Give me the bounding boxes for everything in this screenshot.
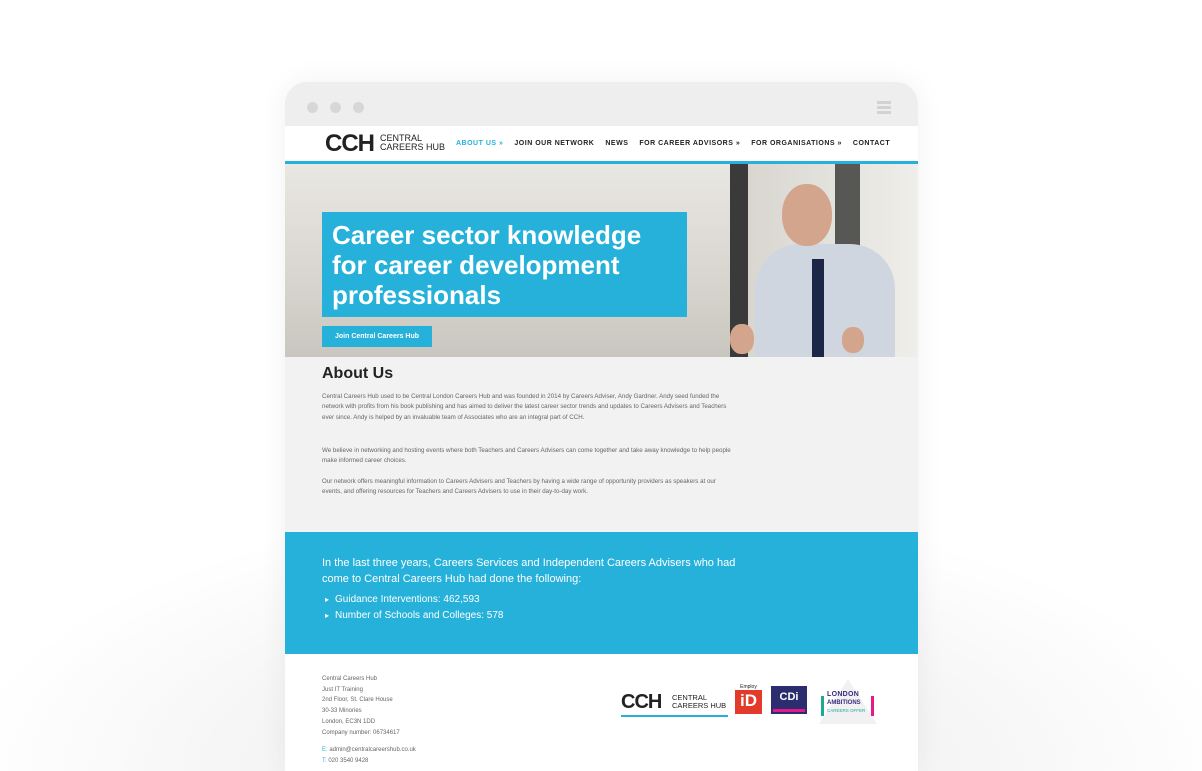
london-ambitions-logo[interactable]: LONDON AMBITIONS CAREERS OFFER [819, 679, 877, 724]
window-dot-close[interactable] [307, 102, 318, 113]
london-text-2: AMBITIONS [827, 700, 861, 706]
nav-menu: ABOUT US » JOIN OUR NETWORK NEWS FOR CAR… [456, 140, 890, 147]
cdi-logo[interactable]: CDi [771, 686, 807, 714]
hero-person-hand-left [730, 324, 754, 354]
stats-intro: In the last three years, Careers Service… [322, 557, 736, 585]
hero-title: Career sector knowledge for career devel… [332, 220, 642, 310]
browser-chrome [285, 82, 918, 126]
address-line: Central Careers Hub [322, 676, 378, 682]
phone-label: T: [322, 757, 327, 764]
cdi-tag [773, 709, 805, 712]
footer-cch-mark: CCH [621, 691, 662, 713]
london-text-3: CAREERS OFFER [827, 708, 866, 713]
site-logo-mark[interactable]: CCH [325, 130, 375, 158]
employ-id-top: Employ [735, 684, 762, 690]
address-line: 2nd Floor, St. Clare House [322, 697, 393, 704]
nav-item-for-career-advisors[interactable]: FOR CAREER ADVISORS » [639, 140, 740, 147]
about-paragraph-2: We believe in networking and hosting eve… [322, 447, 731, 465]
footer-phone-row: T: 020 3540 9428 [322, 756, 416, 767]
footer-phone-link[interactable]: 020 3540 9428 [328, 758, 368, 764]
menu-icon[interactable] [877, 101, 891, 116]
stats-section: In the last three years, Careers Service… [285, 532, 918, 654]
footer-cch-logo[interactable]: CCH CENTRAL CAREERS HUB [621, 691, 728, 717]
employ-id-logo[interactable]: Employ iD [735, 684, 762, 714]
address-line: Just IT Training [322, 686, 363, 693]
footer-address: Central Careers Hub Just IT Training 2nd… [322, 674, 400, 738]
join-button[interactable]: Join Central Careers Hub [322, 326, 432, 347]
footer-email-row: E: admin@centralcareershub.co.uk [322, 745, 416, 756]
site-navbar: CCH CENTRAL CAREERS HUB ABOUT US » JOIN … [285, 126, 918, 164]
window-dot-minimize[interactable] [330, 102, 341, 113]
about-paragraph-1: Central Careers Hub used to be Central L… [322, 393, 727, 421]
stats-item-guidance: Guidance Interventions: 462,593 [322, 592, 503, 608]
footer-contact: E: admin@centralcareershub.co.uk T: 020 … [322, 745, 416, 766]
nav-item-news[interactable]: NEWS [605, 140, 628, 147]
nav-item-contact[interactable]: CONTACT [853, 140, 890, 147]
nav-item-join-our-network[interactable]: JOIN OUR NETWORK [514, 140, 594, 147]
address-line: London, EC3N 1DD [322, 718, 376, 725]
browser-window: CCH CENTRAL CAREERS HUB ABOUT US » JOIN … [285, 82, 918, 771]
london-green-bar [821, 696, 824, 716]
email-label: E: [322, 747, 328, 753]
london-pink-bar [871, 696, 874, 716]
employ-id-main: iD [740, 691, 757, 710]
footer-cch-line-2: CAREERS HUB [672, 701, 727, 710]
window-dot-maximize[interactable] [353, 102, 364, 113]
stats-item-schools: Number of Schools and Colleges: 578 [322, 608, 503, 624]
footer-cch-text: CENTRAL CAREERS HUB [672, 694, 726, 710]
hero-person-tie [812, 259, 824, 357]
about-section: About Us Central Careers Hub used to be … [285, 357, 918, 532]
site-logo-text[interactable]: CENTRAL CAREERS HUB [380, 134, 445, 152]
london-text-1: LONDON [827, 691, 860, 698]
logo-line-2: CAREERS HUB [380, 142, 446, 152]
about-paragraph-3: Our network offers meaningful informatio… [322, 478, 716, 496]
hero-person-head [782, 184, 832, 246]
footer-cch-underline [621, 715, 728, 717]
address-line: 30-33 Minories [322, 708, 362, 715]
address-line: Company number: 06734617 [322, 729, 400, 736]
nav-item-about-us[interactable]: ABOUT US » [456, 140, 503, 147]
nav-item-for-organisations[interactable]: FOR ORGANISATIONS » [751, 140, 842, 147]
site-footer: Central Careers Hub Just IT Training 2nd… [285, 654, 918, 771]
footer-email-link[interactable]: admin@centralcareershub.co.uk [329, 747, 415, 753]
stats-list: Guidance Interventions: 462,593 Number o… [322, 592, 503, 624]
cdi-text: CDi [779, 691, 799, 703]
hero-person-body [755, 244, 895, 357]
about-heading: About Us [322, 365, 394, 382]
website: CCH CENTRAL CAREERS HUB ABOUT US » JOIN … [285, 126, 918, 771]
hero-person-hand-right [842, 327, 864, 353]
hero-banner: Career sector knowledge for career devel… [285, 164, 918, 357]
hero-title-box: Career sector knowledge for career devel… [322, 212, 687, 317]
